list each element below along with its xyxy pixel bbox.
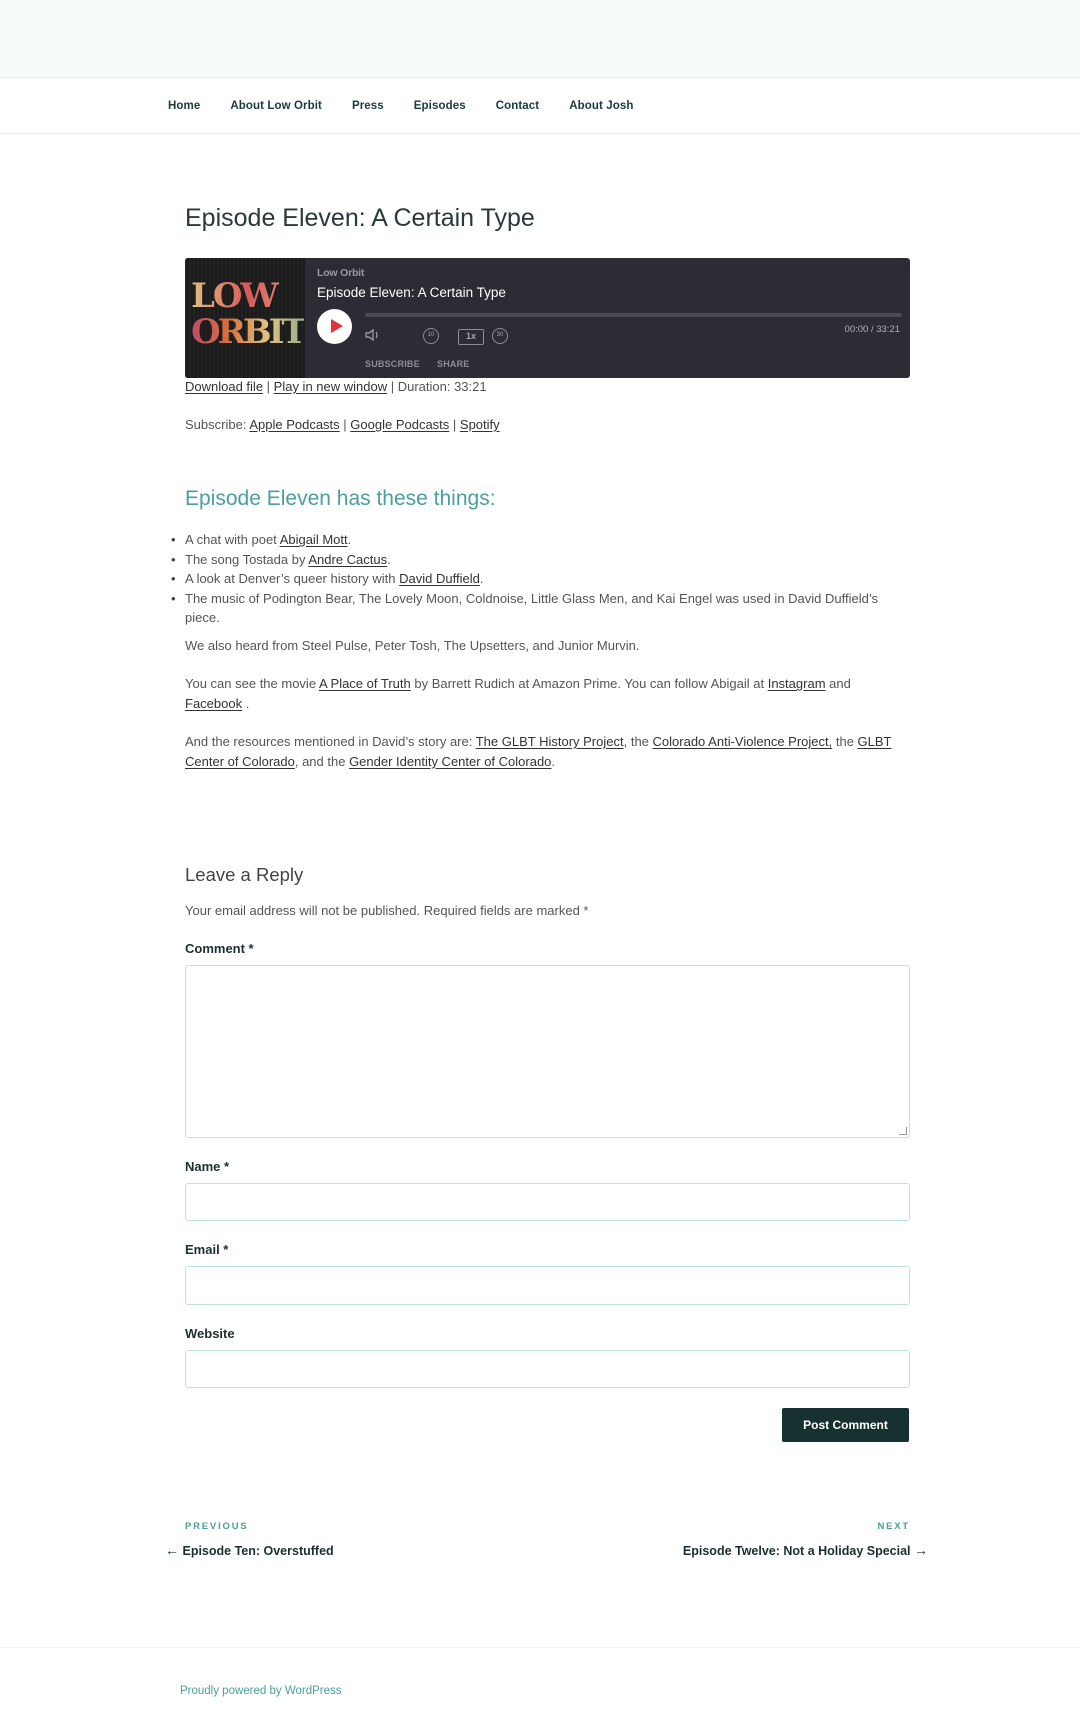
progress-bar[interactable]: [365, 313, 902, 317]
previous-post-link[interactable]: ← Episode Ten: Overstuffed: [165, 1542, 334, 1558]
player-episode-title: Episode Eleven: A Certain Type: [317, 285, 506, 300]
next-label: NEXT: [877, 1521, 910, 1532]
speed-button[interactable]: 1x: [458, 329, 484, 345]
arrow-left-icon: ←: [165, 1542, 179, 1558]
nav-item-episodes[interactable]: Episodes: [414, 100, 466, 112]
nav-item-about-low-orbit[interactable]: About Low Orbit: [230, 100, 322, 112]
reply-note: Your email address will not be published…: [185, 903, 589, 918]
play-new-window-link[interactable]: Play in new window: [274, 379, 387, 394]
list-item: The music of Podington Bear, The Lovely …: [171, 589, 910, 628]
paragraph-artists: We also heard from Steel Pulse, Peter To…: [185, 638, 640, 653]
paragraph-movie: You can see the movie A Place of Truth b…: [185, 676, 851, 711]
facebook-link[interactable]: Facebook: [185, 696, 242, 711]
play-button[interactable]: [317, 309, 352, 344]
site-footer: Proudly powered by WordPress: [0, 1647, 1080, 1723]
email-field[interactable]: [185, 1266, 910, 1305]
paragraph-resources: And the resources mentioned in David’s s…: [185, 734, 892, 769]
comment-label: Comment *: [185, 941, 254, 956]
david-duffield-link[interactable]: David Duffield: [399, 571, 480, 586]
nav-item-home[interactable]: Home: [168, 100, 200, 112]
resize-handle-icon[interactable]: [899, 1127, 907, 1135]
section-heading: Episode Eleven has these things:: [185, 487, 496, 510]
subscribe-button[interactable]: SUBSCRIBE: [365, 359, 420, 369]
comment-textarea[interactable]: [185, 965, 910, 1138]
list-item: The song Tostada by Andre Cactus.: [171, 550, 910, 570]
episode-meta: Download file | Play in new window | Dur…: [185, 379, 487, 394]
abigail-mott-link[interactable]: Abigail Mott: [280, 532, 348, 547]
instagram-link[interactable]: Instagram: [768, 676, 826, 691]
name-field[interactable]: [185, 1183, 910, 1221]
time-readout: 00:00 / 33:21: [844, 324, 900, 335]
previous-label: PREVIOUS: [185, 1521, 249, 1532]
share-button[interactable]: SHARE: [437, 359, 470, 369]
player-show-name: Low Orbit: [317, 267, 365, 279]
arrow-right-icon: →: [914, 1542, 928, 1558]
glbt-history-project-link[interactable]: The GLBT History Project: [476, 734, 624, 749]
colorado-anti-violence-project-link[interactable]: Colorado Anti-Violence Project,: [653, 734, 833, 749]
spotify-link[interactable]: Spotify: [460, 417, 500, 432]
nav-item-contact[interactable]: Contact: [496, 100, 540, 112]
duration-text: | Duration: 33:21: [387, 379, 487, 394]
powered-by-link[interactable]: Proudly powered by WordPress: [180, 1685, 342, 1697]
list-item: A chat with poet Abigail Mott.: [171, 530, 910, 550]
cover-logo: LOW ORBIT: [191, 276, 305, 352]
reply-title: Leave a Reply: [185, 864, 304, 885]
volume-icon[interactable]: [365, 328, 381, 345]
site-header: [0, 0, 1080, 78]
andre-cactus-link[interactable]: Andre Cactus: [308, 552, 387, 567]
separator: |: [339, 417, 351, 432]
gender-identity-center-link[interactable]: Gender Identity Center of Colorado: [349, 754, 551, 769]
page-title: Episode Eleven: A Certain Type: [185, 204, 535, 232]
download-file-link[interactable]: Download file: [185, 379, 263, 394]
website-field[interactable]: [185, 1350, 910, 1388]
next-post-link[interactable]: Episode Twelve: Not a Holiday Special →: [683, 1542, 928, 1558]
subscribe-label: Subscribe:: [185, 417, 250, 432]
subscribe-links: Subscribe: Apple Podcasts | Google Podca…: [185, 417, 500, 432]
post-comment-button[interactable]: Post Comment: [782, 1408, 909, 1442]
email-label: Email *: [185, 1242, 229, 1257]
cover-art: LOW ORBIT: [185, 258, 305, 378]
main-navigation: Home About Low Orbit Press Episodes Cont…: [0, 78, 1080, 134]
episode-contents-list: A chat with poet Abigail Mott. The song …: [171, 530, 910, 628]
separator: |: [449, 417, 460, 432]
separator: |: [263, 379, 274, 394]
nav-item-about-josh[interactable]: About Josh: [569, 100, 633, 112]
nav-item-press[interactable]: Press: [352, 100, 384, 112]
apple-podcasts-link[interactable]: Apple Podcasts: [249, 417, 339, 432]
forward-30-icon[interactable]: 30: [492, 328, 508, 344]
website-label: Website: [185, 1326, 235, 1341]
rewind-10-icon[interactable]: 10: [423, 328, 439, 344]
podcast-player: LOW ORBIT Low Orbit Episode Eleven: A Ce…: [185, 258, 910, 378]
google-podcasts-link[interactable]: Google Podcasts: [350, 417, 449, 432]
name-label: Name *: [185, 1159, 230, 1174]
list-item: A look at Denver’s queer history with Da…: [171, 569, 910, 589]
nav-menu: Home About Low Orbit Press Episodes Cont…: [168, 78, 663, 134]
a-place-of-truth-link[interactable]: A Place of Truth: [319, 676, 411, 691]
